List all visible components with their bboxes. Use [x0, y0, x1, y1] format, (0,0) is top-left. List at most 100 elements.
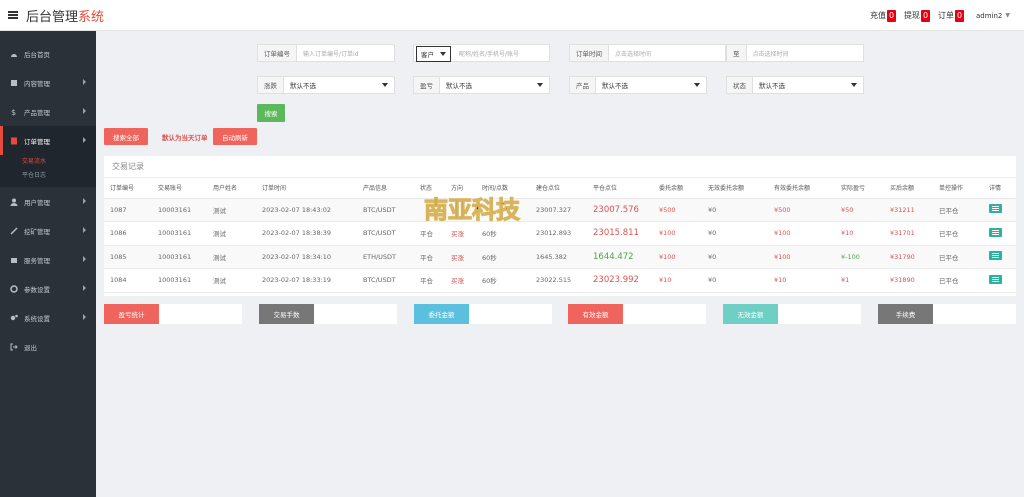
user-menu[interactable]: admin2 ▼ [976, 12, 1010, 20]
sidebar-item-params[interactable]: 参数设置 [0, 274, 96, 303]
start-time-input[interactable]: 点击选择时间 [609, 45, 725, 61]
entrusted-amount-cell: ¥10 [653, 268, 702, 293]
sidebar-item-home[interactable]: 后台首页 [0, 39, 96, 68]
operation-cell: 已平仓 [933, 268, 983, 293]
product-cell: BTC/USDT [357, 221, 414, 246]
customer-input[interactable]: 昵称/姓名/手机号/账号 [453, 45, 549, 61]
recharge-link[interactable]: 充值 0 [870, 9, 896, 22]
chevron-right-icon [83, 314, 86, 320]
direction-filter: 涨跌 默认不选 [257, 76, 395, 94]
chevron-down-icon [851, 83, 857, 87]
column-header: 详情 [983, 178, 1016, 199]
chevron-down-icon: ▼ [1005, 12, 1010, 19]
sidebar-item-mining[interactable]: 挖矿管理 [0, 216, 96, 245]
product-filter: 产品 默认不选 [569, 76, 707, 94]
stat-value [469, 304, 552, 324]
top-bar: 后台管理系统 充值 0 提现 0 订单 0 admin2 ▼ [0, 0, 1024, 31]
status-select[interactable]: 默认不选 [753, 77, 863, 93]
invalid-amount-cell: ¥0 [702, 221, 768, 246]
order-id-cell: 1085 [104, 245, 152, 269]
stat-profit: 盈亏统计 [104, 304, 242, 324]
direction-cell: 买涨 [445, 245, 476, 269]
order-time-cell: 2023-02-07 18:34:10 [256, 245, 357, 269]
product-label: 产品 [570, 77, 596, 93]
stat-value [314, 304, 397, 324]
product-select[interactable]: 默认不选 [596, 77, 706, 93]
sidebar-subitem-trade-flow[interactable]: 交易流水 [0, 155, 96, 169]
stat-label: 委托金额 [414, 304, 469, 324]
column-header: 委托余额 [653, 178, 702, 199]
table-row: 1086 10003161 测试 2023-02-07 18:38:39 BTC/USD… [104, 221, 1016, 246]
detail-cell [983, 198, 1016, 222]
order-time-label: 订单时间 [570, 45, 609, 61]
auto-refresh-button[interactable]: 自动刷新 [213, 128, 257, 145]
status-label: 状态 [727, 77, 753, 93]
search-button[interactable]: 搜索 [257, 104, 285, 122]
sidebar-item-service[interactable]: 服务管理 [0, 245, 96, 274]
profit-cell: ¥1 [835, 268, 884, 293]
profit-select[interactable]: 默认不选 [440, 77, 549, 93]
detail-list-icon[interactable] [989, 227, 1002, 237]
balance-cell: ¥31790 [884, 245, 933, 269]
sidebar-item-users[interactable]: 用户管理 [0, 187, 96, 216]
order-no-input[interactable]: 输入订单编号/订单id [297, 45, 394, 61]
withdraw-badge: 0 [920, 9, 930, 22]
mining-icon [10, 226, 18, 235]
close-price-cell: 1644.472 [587, 245, 653, 269]
sidebar-item-orders[interactable]: 订单管理 [0, 126, 96, 155]
document-icon [10, 79, 18, 87]
operation-cell: 已平仓 [933, 221, 983, 246]
trade-records-panel: 交易记录 订单编号 交易账号 用户姓名 订单时间 产品信息 状态 方向 时间/点… [104, 156, 1016, 296]
sidebar-subitem-close-log[interactable]: 平仓日志 [0, 169, 96, 183]
service-icon [10, 256, 18, 264]
entrusted-amount-cell: ¥500 [653, 198, 702, 222]
close-price-cell: 23023.992 [587, 268, 653, 293]
customer-type-select[interactable]: 客户 [416, 46, 451, 62]
end-time-input[interactable]: 点击选择时间 [747, 45, 864, 61]
column-header: 平仓点位 [587, 178, 653, 199]
column-header: 订单时间 [256, 178, 357, 199]
recharge-badge: 0 [886, 9, 896, 22]
sidebar-item-system[interactable]: 系统设置 [0, 303, 96, 332]
chevron-down-icon [382, 83, 388, 87]
invalid-amount-cell: ¥0 [702, 268, 768, 293]
search-all-button[interactable]: 搜索全部 [104, 128, 148, 145]
profit-cell: ¥-100 [835, 245, 884, 269]
chevron-down-icon [694, 83, 700, 87]
orders-link[interactable]: 订单 0 [938, 9, 964, 22]
balance-cell: ¥31890 [884, 268, 933, 293]
stat-entrusted: 委托金额 [414, 304, 552, 324]
balance-cell: ¥31701 [884, 221, 933, 246]
status-filter: 状态 默认不选 [726, 76, 864, 94]
detail-list-icon[interactable] [989, 274, 1002, 284]
close-price-cell: 23015.811 [587, 221, 653, 246]
detail-list-icon[interactable] [989, 251, 1002, 261]
stat-label: 有效金额 [568, 304, 623, 324]
sidebar-item-content[interactable]: 内容管理 [0, 68, 96, 97]
sidebar-item-logout[interactable]: 退出 [0, 332, 96, 361]
withdraw-link[interactable]: 提现 0 [904, 9, 930, 22]
stat-value [778, 304, 861, 324]
direction-select[interactable]: 默认不选 [284, 77, 394, 93]
logout-icon [10, 343, 18, 351]
stat-invalid: 无效金额 [723, 304, 861, 324]
column-header: 买后余额 [884, 178, 933, 199]
valid-amount-cell: ¥500 [768, 198, 835, 222]
order-id-cell: 1084 [104, 268, 152, 293]
order-time-cell: 2023-02-07 18:38:39 [256, 221, 357, 246]
product-icon: $ [10, 108, 18, 116]
app-title: 后台管理系统 [26, 9, 105, 25]
order-id-cell: 1087 [104, 198, 152, 222]
table-header-row: 订单编号 交易账号 用户姓名 订单时间 产品信息 状态 方向 时间/点数 建仓点… [104, 178, 1016, 199]
sidebar-item-products[interactable]: $ 产品管理 [0, 97, 96, 126]
profit-label: 盈亏 [414, 77, 440, 93]
status-cell: 平仓 [414, 245, 445, 269]
profit-filter: 盈亏 默认不选 [413, 76, 550, 94]
menu-toggle-icon[interactable] [8, 11, 18, 19]
detail-list-icon[interactable] [989, 204, 1002, 214]
chevron-right-icon [83, 79, 86, 85]
chevron-right-icon [83, 108, 86, 114]
stat-label: 交易手数 [259, 304, 314, 324]
column-header: 单控操作 [933, 178, 983, 199]
order-id-cell: 1086 [104, 221, 152, 246]
